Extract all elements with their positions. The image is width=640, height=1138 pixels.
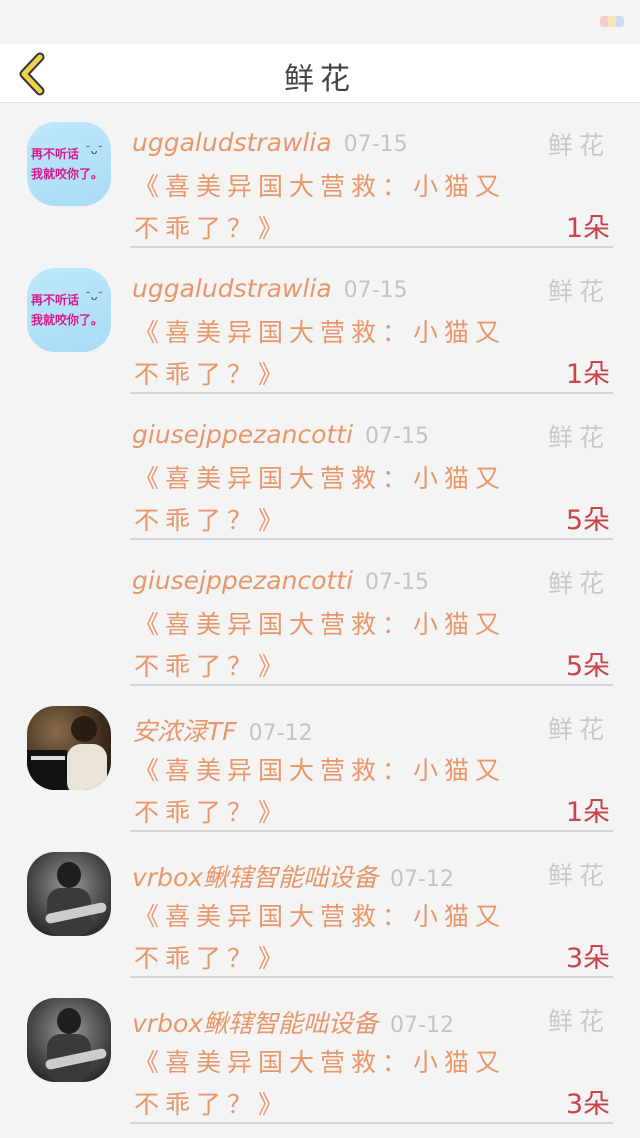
gift-count: 1朵	[565, 359, 610, 390]
username[interactable]: vrbox鳅辖智能咄设备 07-12	[132, 858, 454, 894]
avatar[interactable]: 再不听话 我就咬你了。 ˘ᴗ˘	[27, 122, 111, 206]
list-item[interactable]: vrbox鳅辖智能咄设备 07-12 鲜花 《喜美异国大营救：小猫又不乖了？》 3…	[0, 978, 640, 1124]
gift-record-list: 再不听话 我就咬你了。 ˘ᴗ˘ uggaludstrawlia 07-15 鲜花 …	[0, 102, 640, 1124]
book-title: 《喜美异国大营救：小猫又不乖了？》	[134, 902, 507, 973]
username[interactable]: vrbox鳅辖智能咄设备 07-12	[132, 1004, 454, 1040]
gift-count: 3朵	[565, 1089, 610, 1120]
book-title: 《喜美异国大营救：小猫又不乖了？》	[134, 756, 507, 827]
list-item[interactable]: 再不听话 我就咬你了。 ˘ᴗ˘ uggaludstrawlia 07-15 鲜花 …	[0, 102, 640, 248]
book-title: 《喜美异国大营救：小猫又不乖了？》	[134, 610, 507, 681]
status-bar	[0, 0, 640, 44]
username[interactable]: giusejppezancotti 07-15	[132, 566, 429, 595]
avatar[interactable]	[27, 852, 111, 936]
username[interactable]: 安浓渌TF 07-12	[132, 712, 313, 748]
avatar[interactable]: 再不听话 我就咬你了。 ˘ᴗ˘	[27, 268, 111, 352]
gift-label: 鲜花	[547, 569, 610, 598]
avatar-image	[57, 1008, 81, 1034]
avatar[interactable]	[27, 706, 111, 790]
top-bar: 鲜花	[0, 44, 640, 103]
gift-label: 鲜花	[547, 423, 610, 452]
list-item[interactable]: giusejppezancotti 07-15 鲜花 《喜美异国大营救：小猫又不乖…	[0, 394, 640, 540]
list-item[interactable]: vrbox鳅辖智能咄设备 07-12 鲜花 《喜美异国大营救：小猫又不乖了？》 3…	[0, 832, 640, 978]
book-title: 《喜美异国大营救：小猫又不乖了？》	[134, 318, 507, 389]
list-item[interactable]: 安浓渌TF 07-12 鲜花 《喜美异国大营救：小猫又不乖了？》 1朵	[0, 686, 640, 832]
date: 07-15	[365, 424, 429, 449]
username[interactable]: uggaludstrawlia 07-15	[132, 128, 408, 157]
gift-count: 1朵	[565, 213, 610, 244]
date: 07-15	[365, 570, 429, 595]
battery-icon	[600, 16, 624, 27]
avatar[interactable]	[27, 998, 111, 1082]
divider	[130, 1122, 613, 1124]
book-title: 《喜美异国大营救：小猫又不乖了？》	[134, 1048, 507, 1119]
list-item[interactable]: 再不听话 我就咬你了。 ˘ᴗ˘ uggaludstrawlia 07-15 鲜花 …	[0, 248, 640, 394]
date: 07-15	[343, 132, 408, 157]
avatar-image	[57, 862, 81, 888]
date: 07-12	[248, 721, 313, 746]
date: 07-15	[343, 278, 408, 303]
gift-count: 5朵	[565, 505, 610, 536]
date: 07-12	[390, 1013, 454, 1038]
gift-count: 3朵	[565, 943, 610, 974]
username[interactable]: giusejppezancotti 07-15	[132, 420, 429, 449]
gift-label: 鲜花	[547, 1007, 610, 1036]
date: 07-12	[390, 867, 454, 892]
book-title: 《喜美异国大营救：小猫又不乖了？》	[134, 464, 507, 535]
gift-count: 1朵	[565, 797, 610, 828]
gift-label: 鲜花	[547, 715, 610, 744]
gift-label: 鲜花	[547, 131, 610, 160]
gift-label: 鲜花	[547, 861, 610, 890]
book-title: 《喜美异国大营救：小猫又不乖了？》	[134, 172, 507, 243]
page-title: 鲜花	[284, 62, 356, 97]
gift-count: 5朵	[565, 651, 610, 682]
username[interactable]: uggaludstrawlia 07-15	[132, 274, 408, 303]
avatar-image	[71, 716, 97, 742]
gift-label: 鲜花	[547, 277, 610, 306]
list-item[interactable]: giusejppezancotti 07-15 鲜花 《喜美异国大营救：小猫又不乖…	[0, 540, 640, 686]
